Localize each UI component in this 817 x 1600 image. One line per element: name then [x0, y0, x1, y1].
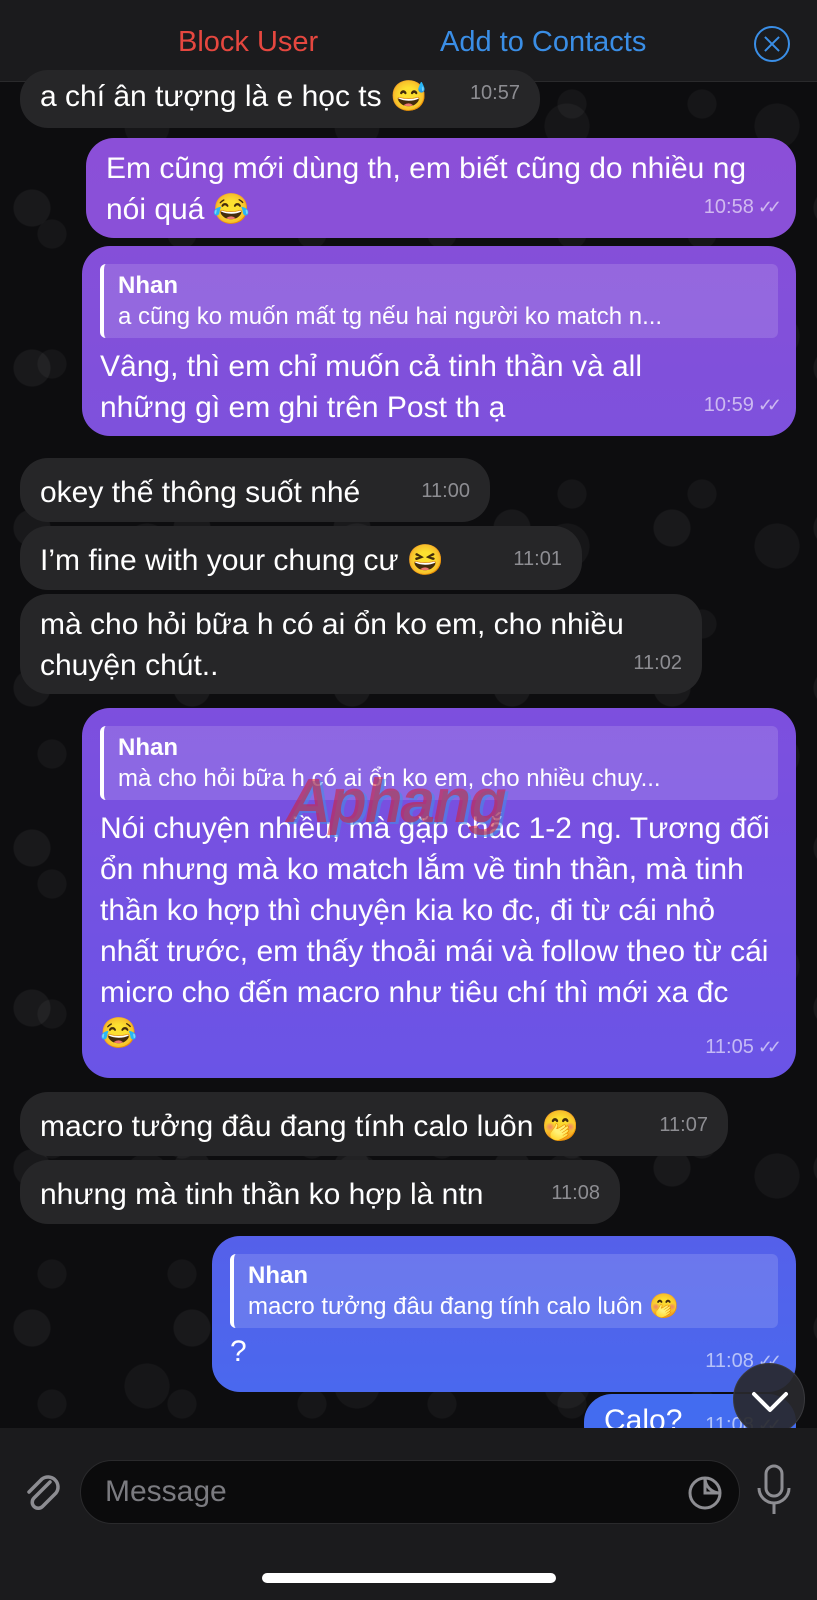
- reply-author: Nhan: [118, 734, 178, 761]
- message-incoming[interactable]: okey thế thông suốt nhé 11:00: [20, 458, 490, 522]
- message-text: mà cho hỏi bữa h có ai ổn ko em, cho nhi…: [40, 608, 624, 682]
- message-time: 10:57: [469, 82, 520, 104]
- sticker-icon[interactable]: [687, 1475, 723, 1511]
- message-time: 11:02: [633, 652, 682, 674]
- reply-author: Nhan: [118, 272, 178, 299]
- block-user-button[interactable]: Block User: [178, 26, 318, 59]
- reply-preview[interactable]: Nhan a cũng ko muốn mất tg nếu hai người…: [100, 264, 778, 338]
- message-text: I’m fine with your chung cư 😆: [40, 544, 445, 577]
- close-icon[interactable]: [754, 26, 790, 62]
- add-to-contacts-button[interactable]: Add to Contacts: [440, 26, 646, 59]
- message-input[interactable]: [105, 1461, 665, 1523]
- paperclip-icon[interactable]: [20, 1470, 64, 1514]
- message-composer: [0, 1428, 817, 1600]
- read-checks-icon: ✓✓: [757, 197, 782, 217]
- message-outgoing[interactable]: Em cũng mới dùng th, em biết cũng do nhi…: [86, 138, 796, 238]
- message-time: 11:01: [513, 548, 562, 570]
- message-outgoing-reply[interactable]: Nhan a cũng ko muốn mất tg nếu hai người…: [82, 246, 796, 436]
- message-text: Nói chuyện nhiều, mà gặp chắc 1-2 ng. Tư…: [100, 812, 770, 1050]
- scroll-to-bottom-button[interactable]: [733, 1363, 805, 1435]
- reply-author: Nhan: [248, 1262, 308, 1289]
- message-time: 11:05 ✓✓: [705, 1027, 782, 1068]
- message-time: 10:58 ✓✓: [704, 187, 782, 228]
- message-time: 10:59 ✓✓: [704, 385, 782, 426]
- message-outgoing-reply[interactable]: Nhan macro tưởng đâu đang tính calo luôn…: [212, 1236, 796, 1392]
- message-incoming[interactable]: macro tưởng đâu đang tính calo luôn 🤭 11…: [20, 1092, 728, 1156]
- message-text: a chí ân tượng là e học ts 😅: [40, 80, 428, 113]
- watermark-logo: Aphang: [286, 767, 507, 836]
- message-text: Em cũng mới dùng th, em biết cũng do nhi…: [106, 152, 747, 226]
- message-text: okey thế thông suốt nhé: [40, 476, 361, 509]
- reply-snippet: macro tưởng đâu đang tính calo luôn 🤭: [248, 1293, 680, 1320]
- message-text: nhưng mà tinh thần ko hợp là ntn: [40, 1178, 484, 1211]
- message-outgoing-reply[interactable]: Nhan mà cho hỏi bữa h có ai ổn ko em, ch…: [82, 708, 796, 1078]
- message-incoming[interactable]: nhưng mà tinh thần ko hợp là ntn 11:08: [20, 1160, 620, 1224]
- message-text: Vâng, thì em chỉ muốn cả tinh thần và al…: [100, 350, 642, 424]
- reply-preview[interactable]: Nhan macro tưởng đâu đang tính calo luôn…: [230, 1254, 778, 1328]
- message-incoming[interactable]: a chí ân tượng là e học ts 😅 10:57: [20, 70, 540, 128]
- read-checks-icon: ✓✓: [757, 395, 782, 415]
- message-text: macro tưởng đâu đang tính calo luôn 🤭: [40, 1110, 580, 1143]
- message-incoming[interactable]: I’m fine with your chung cư 😆 11:01: [20, 526, 582, 590]
- message-time: 11:00: [421, 480, 470, 502]
- read-checks-icon: ✓✓: [757, 1037, 782, 1057]
- message-time: 11:07: [659, 1114, 708, 1136]
- microphone-icon[interactable]: [754, 1464, 794, 1518]
- message-input-container: [80, 1460, 740, 1524]
- chevron-down-icon: [752, 1392, 788, 1412]
- message-time: 11:08: [551, 1182, 600, 1204]
- reply-snippet: a cũng ko muốn mất tg nếu hai người ko m…: [118, 303, 663, 330]
- message-text: ?: [230, 1335, 247, 1368]
- home-indicator: [262, 1573, 556, 1583]
- message-incoming[interactable]: mà cho hỏi bữa h có ai ổn ko em, cho nhi…: [20, 594, 702, 694]
